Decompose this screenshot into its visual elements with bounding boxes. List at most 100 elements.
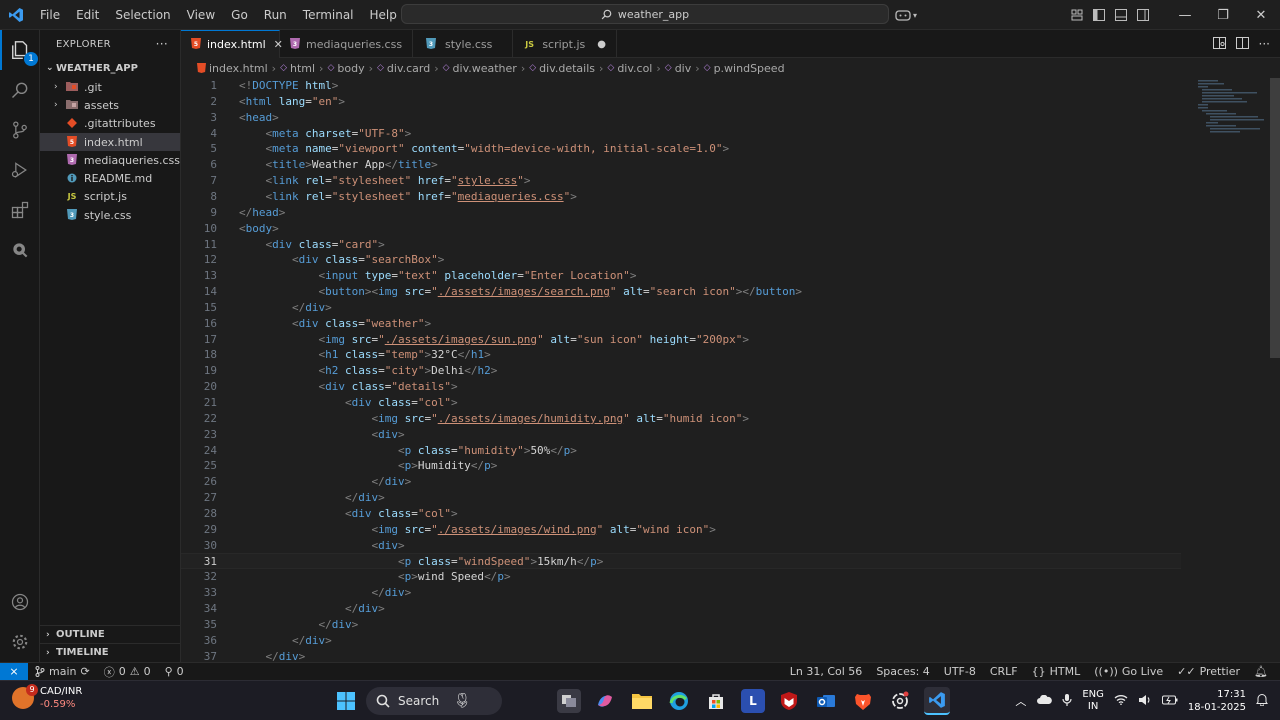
tab-mediaqueries-css[interactable]: 3 mediaqueries.css	[280, 30, 413, 58]
chatgpt-app-icon[interactable]	[888, 689, 912, 713]
menu-view[interactable]: View	[179, 0, 223, 30]
menu-run[interactable]: Run	[256, 0, 295, 30]
prettier-button[interactable]: ✓✓ Prettier	[1170, 665, 1247, 678]
tree-item-index-html[interactable]: 5 index.html	[40, 132, 180, 152]
volume-icon[interactable]	[1138, 694, 1152, 709]
run-debug-icon[interactable]	[0, 150, 40, 190]
tab-style-css[interactable]: 3 style.css	[413, 30, 513, 58]
code-line[interactable]: 19 <h2 class="city">Delhi</h2>	[181, 363, 1181, 379]
file-explorer-icon[interactable]	[630, 689, 654, 713]
code-line[interactable]: 27 </div>	[181, 490, 1181, 506]
code-line[interactable]: 17 <img src="./assets/images/sun.png" al…	[181, 332, 1181, 348]
close-window-button[interactable]: ✕	[1242, 0, 1280, 30]
code-line[interactable]: 4 <meta charset="UTF-8">	[181, 126, 1181, 142]
tree-item-readme[interactable]: README.md	[40, 169, 180, 187]
minimize-button[interactable]: —	[1166, 0, 1204, 30]
ports-indicator[interactable]: ⚲ 0	[158, 665, 191, 678]
language-mode[interactable]: {} HTML	[1025, 665, 1088, 678]
tree-item-style-css[interactable]: 3 style.css	[40, 206, 180, 224]
code-line[interactable]: 36 </div>	[181, 633, 1181, 649]
code-line[interactable]: 20 <div class="details">	[181, 379, 1181, 395]
microphone-icon[interactable]	[1062, 693, 1072, 710]
problems-indicator[interactable]: ⓧ 0 ⚠ 0	[97, 664, 158, 680]
menu-terminal[interactable]: Terminal	[295, 0, 362, 30]
code-line[interactable]: 16 <div class="weather">	[181, 316, 1181, 332]
menu-help[interactable]: Help	[362, 0, 405, 30]
battery-icon[interactable]	[1161, 694, 1178, 708]
open-preview-icon[interactable]	[1212, 36, 1226, 52]
menu-go[interactable]: Go	[223, 0, 256, 30]
breadcrumb-div-card[interactable]: ◇ div.card	[377, 62, 430, 75]
codeium-icon[interactable]	[0, 230, 40, 270]
breadcrumb-div[interactable]: ◇ div	[665, 62, 691, 75]
code-line[interactable]: 3 <head>	[181, 110, 1181, 126]
taskbar-search[interactable]: Search 🌷︎	[366, 687, 502, 715]
code-line[interactable]: 31 <p class="windSpeed">15km/h</p>	[181, 553, 1181, 569]
more-actions-icon[interactable]: ···	[1259, 37, 1270, 51]
widgets-ticker[interactable]: 9 CAD/INR -0.59%	[12, 684, 82, 711]
tree-item-mediaqueries-css[interactable]: 3 mediaqueries.css	[40, 151, 180, 169]
code-line[interactable]: 37 </div>	[181, 649, 1181, 662]
outlook-icon[interactable]	[814, 689, 838, 713]
code-line[interactable]: 29 <img src="./assets/images/wind.png" a…	[181, 522, 1181, 538]
customize-layout-icon[interactable]	[1066, 0, 1088, 30]
copilot-app-icon[interactable]	[593, 689, 617, 713]
accounts-icon[interactable]	[0, 582, 40, 622]
explorer-icon[interactable]: 1	[0, 30, 40, 70]
code-line[interactable]: 34 </div>	[181, 601, 1181, 617]
unsaved-dot-icon[interactable]: ●	[597, 39, 606, 50]
code-line[interactable]: 15 </div>	[181, 300, 1181, 316]
code-line[interactable]: 22 <img src="./assets/images/humidity.pn…	[181, 411, 1181, 427]
branch-indicator[interactable]: main ⟳	[28, 665, 97, 678]
breadcrumb-div-col[interactable]: ◇ div.col	[607, 62, 652, 75]
copilot-icon[interactable]: ▾	[886, 0, 926, 30]
split-editor-icon[interactable]	[1235, 36, 1249, 52]
tree-item-script-js[interactable]: JS script.js	[40, 188, 180, 206]
tab-index-html[interactable]: 5 index.html ✕	[181, 30, 283, 58]
tree-item-git[interactable]: › .git	[40, 78, 180, 96]
cursor-position[interactable]: Ln 31, Col 56	[783, 665, 870, 678]
wifi-icon[interactable]	[1114, 694, 1128, 708]
code-line[interactable]: 25 <p>Humidity</p>	[181, 458, 1181, 474]
minimap[interactable]	[1196, 78, 1266, 148]
outline-section[interactable]: › OUTLINE	[40, 625, 181, 643]
breadcrumb-body[interactable]: ◇ body	[327, 62, 364, 75]
menu-selection[interactable]: Selection	[107, 0, 178, 30]
code-line[interactable]: 9 </head>	[181, 205, 1181, 221]
search-icon[interactable]	[0, 70, 40, 110]
code-line[interactable]: 8 <link rel="stylesheet" href="mediaquer…	[181, 189, 1181, 205]
code-line[interactable]: 7 <link rel="stylesheet" href="style.css…	[181, 173, 1181, 189]
code-line[interactable]: 12 <div class="searchBox">	[181, 252, 1181, 268]
breadcrumb-html[interactable]: ◇ html	[280, 62, 315, 75]
brave-browser-icon[interactable]	[851, 689, 875, 713]
task-view-icon[interactable]	[557, 689, 581, 713]
code-line[interactable]: 2 <html lang="en">	[181, 94, 1181, 110]
breadcrumb-div-details[interactable]: ◇ div.details	[529, 62, 595, 75]
command-center-search[interactable]: weather_app	[401, 4, 889, 24]
menu-edit[interactable]: Edit	[68, 0, 107, 30]
code-line[interactable]: 10 <body>	[181, 221, 1181, 237]
code-line[interactable]: 33 </div>	[181, 585, 1181, 601]
notifications-bell-icon[interactable]: 🔔︎	[1247, 665, 1280, 678]
toggle-secondary-sidebar-icon[interactable]	[1132, 0, 1154, 30]
end-of-line[interactable]: CRLF	[983, 665, 1025, 678]
toggle-panel-icon[interactable]	[1110, 0, 1132, 30]
code-line[interactable]: 32 <p>wind Speed</p>	[181, 569, 1181, 585]
edge-browser-icon[interactable]	[667, 689, 691, 713]
onedrive-cloud-icon[interactable]	[1036, 694, 1053, 708]
timeline-section[interactable]: › TIMELINE	[40, 643, 181, 661]
code-line[interactable]: 1 <!DOCTYPE html>	[181, 78, 1181, 94]
notifications-bell-icon[interactable]	[1256, 693, 1268, 709]
extensions-icon[interactable]	[0, 190, 40, 230]
toggle-sidebar-icon[interactable]	[1088, 0, 1110, 30]
settings-gear-icon[interactable]	[0, 622, 40, 662]
code-line[interactable]: 23 <div>	[181, 427, 1181, 443]
code-line[interactable]: 6 <title>Weather App</title>	[181, 157, 1181, 173]
workspace-folder[interactable]: ⌄ WEATHER_APP	[40, 58, 180, 78]
code-line[interactable]: 30 <div>	[181, 538, 1181, 554]
code-line[interactable]: 24 <p class="humidity">50%</p>	[181, 443, 1181, 459]
code-line[interactable]: 11 <div class="card">	[181, 237, 1181, 253]
go-live-button[interactable]: ((•)) Go Live	[1087, 665, 1170, 678]
source-control-icon[interactable]	[0, 110, 40, 150]
code-line[interactable]: 21 <div class="col">	[181, 395, 1181, 411]
